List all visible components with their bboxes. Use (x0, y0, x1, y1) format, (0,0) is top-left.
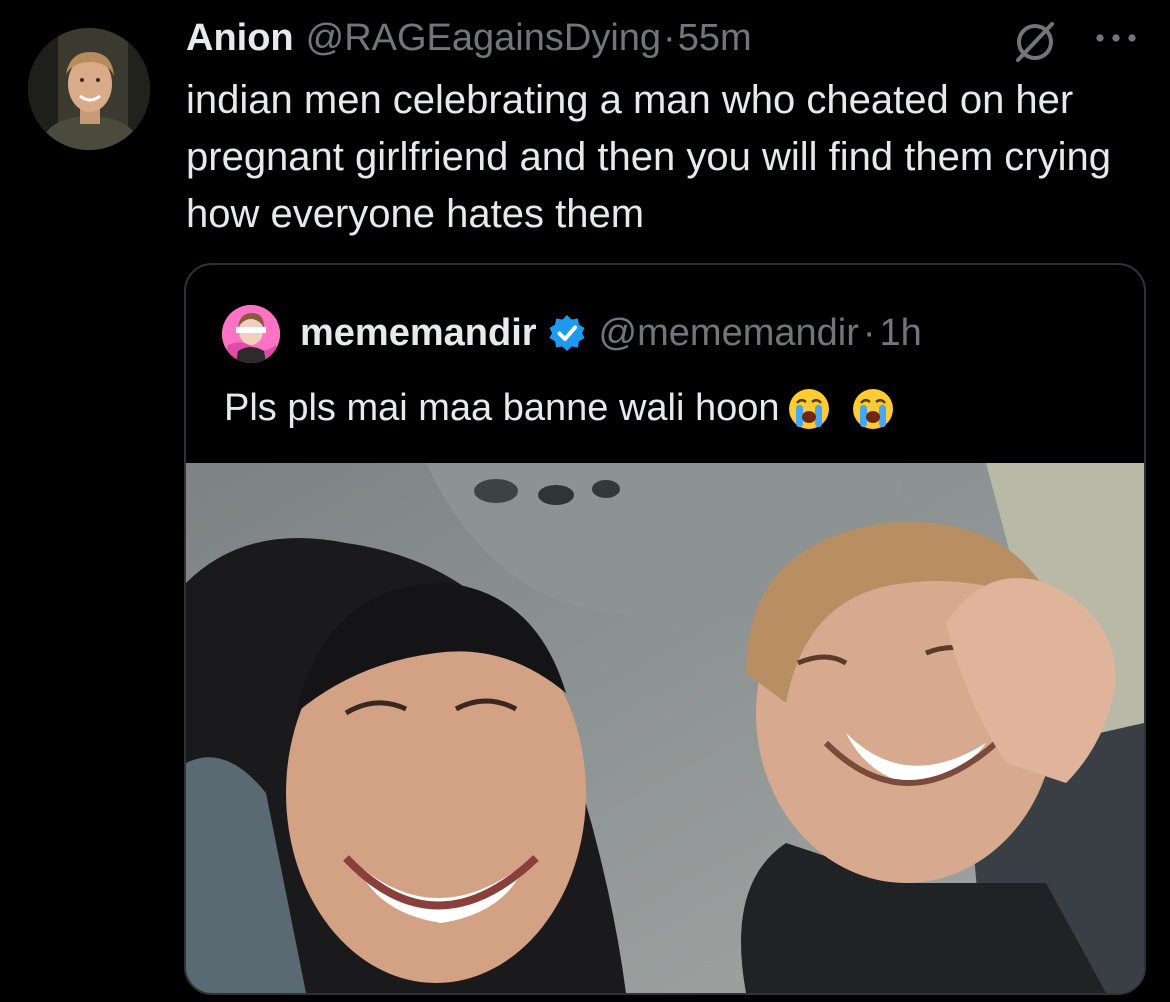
loudly-crying-face-icon (788, 389, 829, 429)
quoted-tweet-header: mememandir @mememandir · 1h (300, 309, 922, 357)
author-avatar[interactable] (28, 28, 150, 150)
loudly-crying-face-icon (852, 389, 893, 429)
tweet-header: Anion @RAGEagainsDying · 55m (186, 10, 752, 66)
author-handle[interactable]: @RAGEagainsDying (306, 17, 661, 60)
quoted-tweet-text: Pls pls mai maa banne wali hoon (224, 386, 780, 429)
separator-dot: · (862, 311, 876, 354)
quoted-tweet-text-row: Pls pls mai maa banne wali hoon (224, 385, 896, 431)
tweet-text: indian men celebrating a man who cheated… (186, 78, 1111, 236)
author-name[interactable]: Anion (186, 17, 294, 60)
selfie-photo (186, 463, 1144, 993)
verified-badge-icon[interactable] (547, 313, 587, 353)
quoted-author-avatar[interactable] (222, 305, 280, 363)
quoted-tweet-timestamp[interactable]: 1h (880, 312, 922, 355)
profile-photo (28, 28, 150, 150)
mememandir-logo (222, 305, 280, 363)
tweet-photo[interactable] (186, 463, 1144, 993)
quoted-author-handle[interactable]: @mememandir (599, 312, 859, 355)
muted-icon[interactable] (1012, 18, 1058, 64)
quoted-author-name[interactable]: mememandir (300, 312, 537, 355)
quoted-tweet-card[interactable]: mememandir @mememandir · 1h Pls pls mai … (184, 263, 1146, 995)
tweet-timestamp[interactable]: 55m (678, 17, 752, 60)
more-options-icon[interactable] (1090, 18, 1142, 58)
separator-dot: · (663, 16, 676, 59)
